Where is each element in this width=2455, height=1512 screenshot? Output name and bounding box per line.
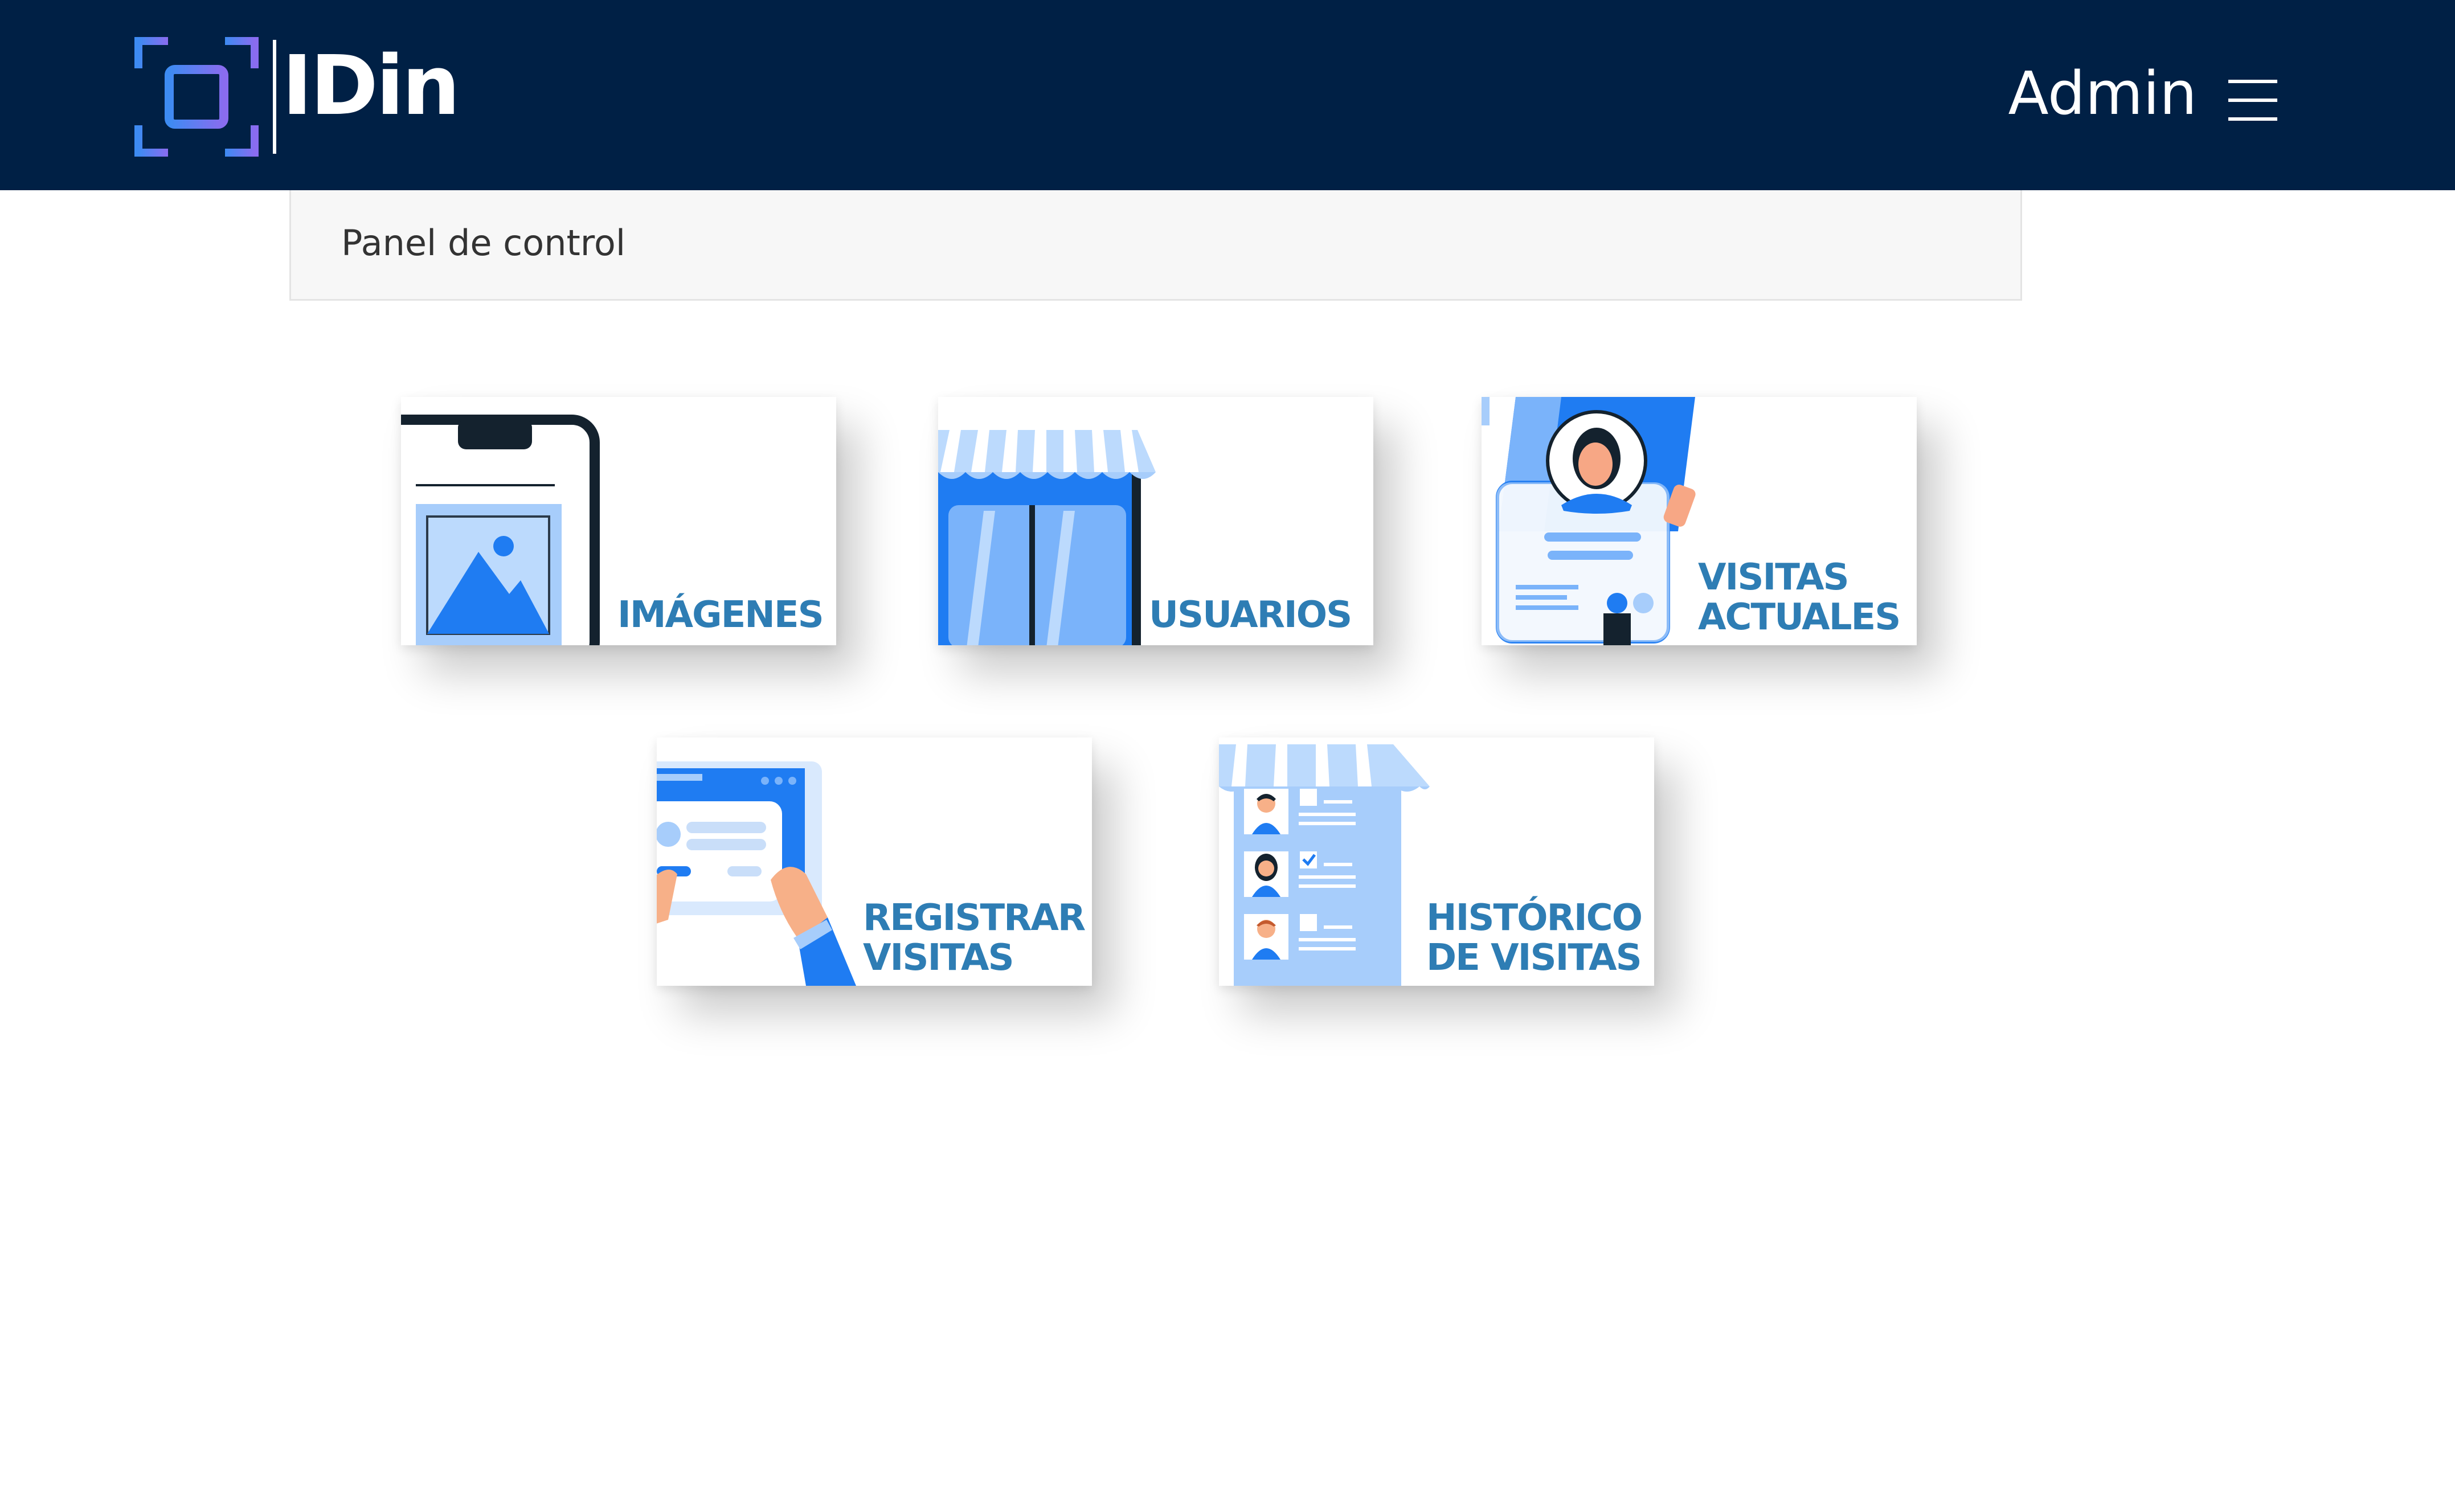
breadcrumb: Panel de control bbox=[289, 190, 2022, 301]
tile-historico-visitas[interactable]: HISTÓRICO DE VISITAS bbox=[1219, 737, 1654, 986]
tile-registrar-visitas[interactable]: REGISTRAR VISITAS bbox=[657, 737, 1092, 986]
tile-label: IMÁGENES bbox=[617, 594, 824, 636]
tile-visitas-actuales[interactable]: VISITAS ACTUALES bbox=[1482, 397, 1917, 645]
user-name: Admin bbox=[2008, 59, 2197, 128]
hamburger-icon bbox=[2228, 80, 2277, 83]
brand-name[interactable]: IDin bbox=[282, 44, 460, 126]
hamburger-icon-line bbox=[2228, 117, 2277, 121]
top-navbar: IDin Admin bbox=[0, 0, 2455, 190]
tile-label: HISTÓRICO DE VISITAS bbox=[1426, 897, 1643, 979]
hamburger-menu-button[interactable] bbox=[2228, 80, 2277, 121]
tile-label: USUARIOS bbox=[1149, 594, 1352, 636]
tile-imagenes[interactable]: IMÁGENES bbox=[401, 397, 836, 645]
tile-label: REGISTRAR VISITAS bbox=[863, 897, 1086, 979]
tile-label: VISITAS ACTUALES bbox=[1698, 556, 1901, 638]
breadcrumb-current: Panel de control bbox=[341, 222, 626, 264]
hamburger-icon-line bbox=[2228, 99, 2277, 102]
tile-usuarios[interactable]: USUARIOS bbox=[938, 397, 1373, 645]
